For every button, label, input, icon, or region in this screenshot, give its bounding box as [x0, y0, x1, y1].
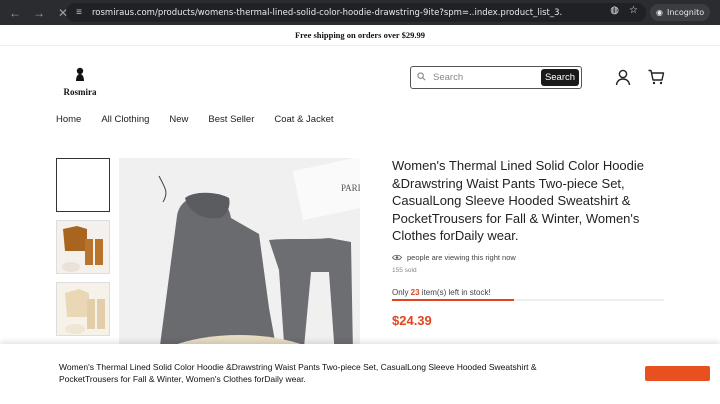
brand-logo[interactable]: Rosmira: [58, 66, 102, 97]
nav-coat-jacket[interactable]: Coat & Jacket: [274, 114, 333, 125]
stock-message: Only 23 item(s) left in stock!: [392, 288, 491, 297]
incognito-icon: ◉: [656, 8, 663, 17]
eye-off-icon[interactable]: ◍: [610, 5, 619, 16]
main-nav: Home All Clothing New Best Seller Coat &…: [56, 114, 354, 125]
incognito-badge[interactable]: ◉ Incognito: [650, 4, 711, 21]
incognito-label: Incognito: [666, 8, 705, 17]
search-button[interactable]: Search: [541, 69, 579, 86]
viewers-text: people are viewing this right now: [407, 253, 516, 262]
browser-toolbar: ← → ✕ ≡ rosmiraus.com/products/womens-th…: [0, 0, 720, 25]
nav-home[interactable]: Home: [56, 114, 81, 125]
brand-name: Rosmira: [63, 87, 97, 97]
stock-prefix: Only: [392, 288, 411, 297]
nav-best-seller[interactable]: Best Seller: [208, 114, 254, 125]
forward-icon[interactable]: →: [30, 4, 48, 22]
nav-new[interactable]: New: [169, 114, 188, 125]
sticky-add-to-cart-bar: Women's Thermal Lined Solid Color Hoodie…: [0, 344, 720, 404]
gallery-thumbnail-3[interactable]: [56, 282, 110, 336]
search-input[interactable]: [433, 72, 545, 83]
sticky-product-title: Women's Thermal Lined Solid Color Hoodie…: [59, 362, 537, 384]
url-text[interactable]: rosmiraus.com/products/womens-thermal-li…: [92, 8, 562, 18]
product-price: $24.39: [392, 313, 432, 328]
stock-progress-bar: [392, 299, 664, 301]
sticky-add-to-cart-button[interactable]: [645, 366, 710, 381]
logo-figure-icon: [76, 67, 84, 81]
stock-progress-fill: [392, 299, 515, 301]
site-info-icon[interactable]: ≡: [72, 6, 86, 20]
brown-set-image: [57, 221, 109, 273]
magazine-text: PARI: [341, 183, 360, 193]
stock-count: 23: [410, 288, 420, 297]
gallery-thumbnail-2[interactable]: [56, 220, 110, 274]
bookmark-star-icon[interactable]: ☆: [629, 5, 638, 16]
gallery-thumbnail-1[interactable]: [56, 158, 110, 212]
cart-icon[interactable]: [647, 68, 665, 86]
nav-all-clothing[interactable]: All Clothing: [101, 114, 149, 125]
beige-set-image: [57, 283, 109, 335]
search-bar: Search: [410, 66, 582, 89]
back-icon[interactable]: ←: [6, 4, 24, 22]
sold-count: 155 sold: [392, 267, 417, 274]
search-icon: [417, 72, 431, 83]
address-bar[interactable]: ≡ rosmiraus.com/products/womens-thermal-…: [66, 3, 646, 22]
announcement-bar: Free shipping on orders over $29.99: [0, 25, 720, 46]
product-title: Women's Thermal Lined Solid Color Hoodie…: [392, 158, 645, 243]
account-icon[interactable]: [614, 68, 632, 86]
viewers-indicator: people are viewing this right now: [392, 253, 516, 262]
stock-suffix: item(s) left in stock!: [419, 288, 491, 297]
eye-icon: [392, 254, 402, 261]
